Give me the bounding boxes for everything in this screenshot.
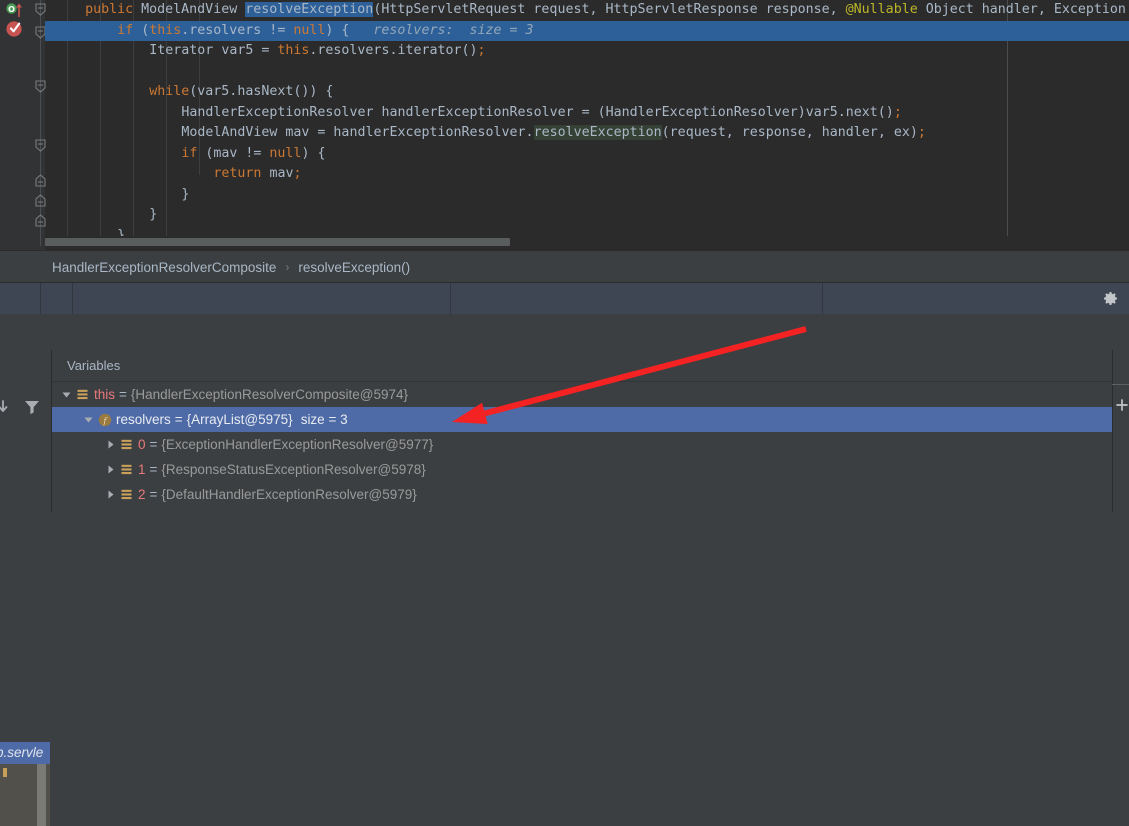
variable-row[interactable]: 1 = {ResponseStatusExceptionResolver@5978} xyxy=(52,457,1129,482)
code-line[interactable]: HandlerExceptionResolver handlerExceptio… xyxy=(181,103,902,124)
debug-toolbar[interactable] xyxy=(0,282,1129,316)
occluded-tooltip-fragment[interactable]: b.servle xyxy=(0,742,50,826)
code-line[interactable]: if (this.resolvers != null) { resolvers:… xyxy=(117,21,533,42)
variable-name: 1 xyxy=(138,462,146,477)
editor-hscrollbar-thumb[interactable] xyxy=(45,238,510,246)
code-editor[interactable]: O public ModelAndView resolveException(H… xyxy=(0,0,1129,250)
svg-text:O: O xyxy=(8,5,15,14)
chevron-down-icon[interactable] xyxy=(60,388,73,401)
breadcrumb-item-class[interactable]: HandlerExceptionResolverComposite xyxy=(52,260,276,275)
tooltip-selected-text: b.servle xyxy=(0,745,44,760)
variable-row[interactable]: 2 = {DefaultHandlerExceptionResolver@5979} xyxy=(52,482,1129,507)
code-line[interactable]: if (mav != null) { xyxy=(181,144,325,165)
object-field-icon xyxy=(120,488,133,501)
code-text-area[interactable]: public ModelAndView resolveException(Htt… xyxy=(45,0,1129,246)
variable-equals: = xyxy=(149,487,158,502)
variable-name: resolvers xyxy=(116,412,171,427)
variable-value: {HandlerExceptionResolverComposite@5974} xyxy=(130,387,409,402)
tooltip-scrollbar-thumb[interactable] xyxy=(37,764,46,826)
chevron-right-icon[interactable] xyxy=(104,463,117,476)
chevron-down-icon[interactable] xyxy=(82,413,95,426)
code-line[interactable]: } xyxy=(149,205,157,226)
tooltip-selected-row[interactable]: b.servle xyxy=(0,742,50,764)
filter-icon[interactable] xyxy=(21,396,43,418)
breakpoint-verified-icon[interactable] xyxy=(5,19,26,38)
variable-equals: = xyxy=(174,412,183,427)
variable-equals: = xyxy=(119,387,127,402)
debugger-panel: Variables this = {HandlerExceptionResolver… xyxy=(0,314,1129,826)
breadcrumb[interactable]: HandlerExceptionResolverComposite › reso… xyxy=(0,250,1129,283)
tooltip-marker xyxy=(3,768,7,777)
variable-name: 0 xyxy=(138,437,146,452)
variable-row[interactable]: 0 = {ExceptionHandlerExceptionResolver@597… xyxy=(52,432,1129,457)
variables-tree[interactable]: this = {HandlerExceptionResolverComposite@… xyxy=(52,382,1129,526)
breadcrumb-separator-icon: › xyxy=(285,260,290,274)
step-into-icon[interactable] xyxy=(0,396,20,418)
debugger-right-rail[interactable] xyxy=(1112,314,1129,512)
variables-tab-header[interactable]: Variables xyxy=(52,350,1112,381)
code-line[interactable]: Iterator var5 = this.resolvers.iterator(… xyxy=(149,41,485,62)
variables-tab-label: Variables xyxy=(67,358,121,373)
object-field-icon xyxy=(76,388,89,401)
code-line[interactable]: ModelAndView mav = handlerExceptionResol… xyxy=(181,123,926,144)
variable-value: {ArrayList@5975} xyxy=(186,412,293,427)
code-line[interactable]: while(var5.hasNext()) { xyxy=(149,82,333,103)
variable-value: {DefaultHandlerExceptionResolver@5979} xyxy=(161,487,417,502)
field-f-icon: f xyxy=(98,413,112,426)
code-line[interactable]: return mav; xyxy=(213,164,301,185)
gear-icon[interactable] xyxy=(1101,290,1119,308)
chevron-right-icon[interactable] xyxy=(104,488,117,501)
variable-value: {ResponseStatusExceptionResolver@5978} xyxy=(161,462,426,477)
code-line[interactable]: } xyxy=(181,185,189,206)
add-watch-icon[interactable] xyxy=(1116,398,1128,411)
variable-equals: = xyxy=(149,462,158,477)
object-field-icon xyxy=(120,438,133,451)
debugger-left-toolbar[interactable] xyxy=(0,314,52,512)
override-method-icon[interactable]: O xyxy=(6,2,24,19)
variable-row[interactable]: this = {HandlerExceptionResolverComposite@… xyxy=(52,382,1117,407)
breadcrumb-item-method[interactable]: resolveException() xyxy=(298,260,410,275)
tooltip-body xyxy=(0,764,50,826)
variable-name: 2 xyxy=(138,487,146,502)
variable-row[interactable]: f resolvers = {ArrayList@5975} size = 3 xyxy=(52,407,1129,432)
variable-name: this xyxy=(94,387,116,402)
code-line[interactable]: public ModelAndView resolveException(Htt… xyxy=(85,0,1126,21)
object-field-icon xyxy=(120,463,133,476)
ide-window: O public ModelAndView resolveException(H… xyxy=(0,0,1129,826)
variable-equals: = xyxy=(149,437,158,452)
chevron-right-icon[interactable] xyxy=(104,438,117,451)
variable-value: {ExceptionHandlerExceptionResolver@5977} xyxy=(161,437,434,452)
variable-size: size = 3 xyxy=(300,412,348,427)
